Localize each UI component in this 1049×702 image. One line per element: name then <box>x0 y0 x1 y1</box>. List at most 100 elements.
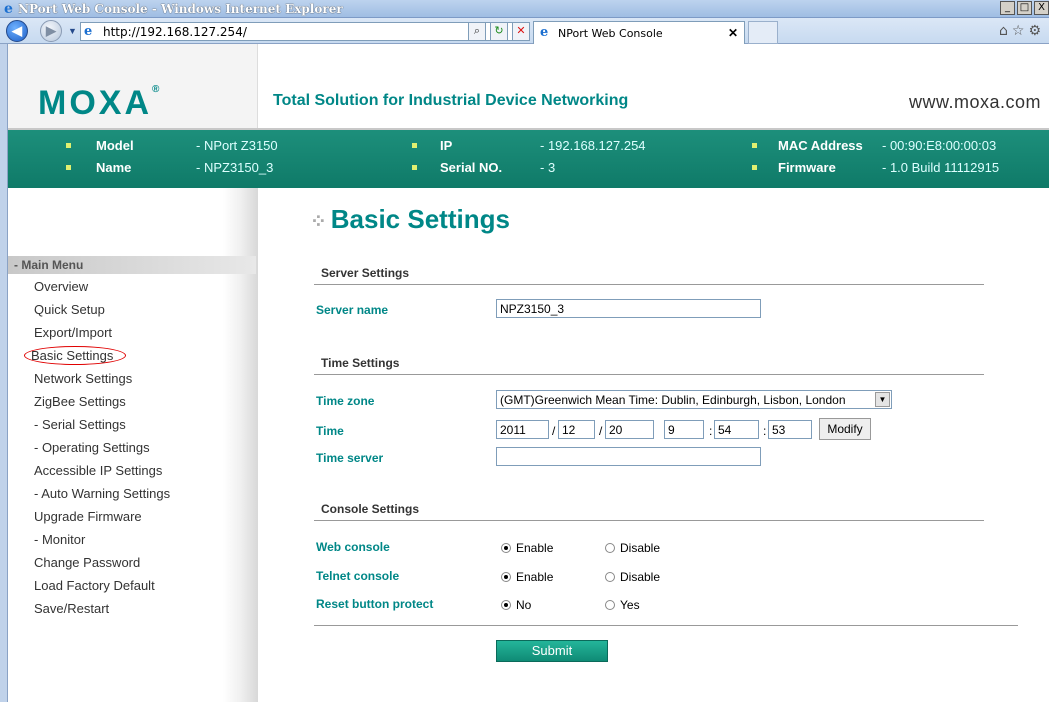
page-header: MOXA® Total Solution for Industrial Devi… <box>8 44 1049 130</box>
model-value: - NPort Z3150 <box>196 138 278 153</box>
radio-selected-icon <box>501 572 511 582</box>
forward-button[interactable]: ▶ <box>40 20 62 42</box>
name-label: Name <box>96 160 132 175</box>
close-window-button[interactable]: X <box>1034 1 1049 15</box>
new-tab-button[interactable] <box>748 21 778 44</box>
browser-right-icons: ⌂☆⚙ <box>999 23 1045 39</box>
serial-label: Serial NO. <box>440 160 503 175</box>
web-console-enable-radio[interactable]: Enable <box>501 541 553 555</box>
tab-nport-web-console[interactable]: e NPort Web Console ✕ <box>533 21 745 44</box>
sidebar-item-change-password[interactable]: Change Password <box>34 554 170 577</box>
radio-empty-icon <box>605 543 615 553</box>
window-titlebar: e NPort Web Console - Windows Internet E… <box>0 0 1049 18</box>
time-day-input[interactable]: 20 <box>605 420 654 439</box>
time-month-input[interactable]: 12 <box>558 420 595 439</box>
chevron-down-icon[interactable]: ▼ <box>875 392 890 407</box>
time-minute-input[interactable]: 54 <box>714 420 759 439</box>
header-site: www.moxa.com <box>908 92 1041 112</box>
reset-button-protect-label: Reset button protect <box>316 597 434 611</box>
server-settings-heading: Server Settings <box>314 261 984 285</box>
telnet-console-enable-radio[interactable]: Enable <box>501 570 553 584</box>
time-hour-input[interactable]: 9 <box>664 420 704 439</box>
sidebar-item-quick-setup[interactable]: Quick Setup <box>34 301 170 324</box>
bullet-icon <box>412 165 417 170</box>
sidebar-item-export-import[interactable]: Export/Import <box>34 324 170 347</box>
sidebar-item-zigbee-settings[interactable]: ZigBee Settings <box>34 393 170 416</box>
tools-gear-icon[interactable]: ⚙ <box>1028 23 1045 39</box>
sidebar-item-network-settings[interactable]: Network Settings <box>34 370 170 393</box>
sidebar: - Main Menu Overview Quick Setup Export/… <box>8 188 258 702</box>
address-bar[interactable]: e http://192.168.127.254/ <box>80 22 520 41</box>
logo-area: MOXA® <box>8 44 258 129</box>
reset-protect-yes-radio[interactable]: Yes <box>605 598 640 612</box>
sidebar-item-monitor[interactable]: - Monitor <box>34 531 170 554</box>
address-url[interactable]: http://192.168.127.254/ <box>103 25 247 39</box>
radio-empty-icon <box>605 572 615 582</box>
bullet-icon <box>66 143 71 148</box>
date-separator: / <box>552 424 556 438</box>
radio-selected-icon <box>501 600 511 610</box>
ie-logo-icon: e <box>4 1 13 17</box>
ip-value: - 192.168.127.254 <box>540 138 646 153</box>
time-second-input[interactable]: 53 <box>768 420 812 439</box>
web-console-label: Web console <box>316 540 390 554</box>
sidebar-item-basic-settings[interactable]: Basic Settings <box>24 346 170 370</box>
main-content: ⁘ Basic Settings Server Settings Server n… <box>258 188 1049 702</box>
refresh-icon[interactable]: ↻ <box>490 22 508 41</box>
serial-value: - 3 <box>540 160 556 175</box>
maximize-button[interactable]: □ <box>1017 1 1032 15</box>
tab-close-icon[interactable]: ✕ <box>728 26 738 40</box>
sidebar-item-serial-settings[interactable]: - Serial Settings <box>34 416 170 439</box>
server-name-label: Server name <box>316 303 389 317</box>
radio-empty-icon <box>605 600 615 610</box>
model-label: Model <box>96 138 134 153</box>
modify-button[interactable]: Modify <box>819 418 871 440</box>
bullet-icon <box>66 165 71 170</box>
ip-label: IP <box>440 138 453 153</box>
date-separator: / <box>599 424 603 438</box>
web-console-disable-radio[interactable]: Disable <box>605 541 660 555</box>
time-zone-select[interactable]: (GMT)Greenwich Mean Time: Dublin, Edinbu… <box>496 390 892 409</box>
submit-button[interactable]: Submit <box>496 640 608 662</box>
name-value: - NPZ3150_3 <box>196 160 274 175</box>
form-divider <box>314 625 1018 626</box>
sidebar-item-operating-settings[interactable]: - Operating Settings <box>34 439 170 462</box>
time-server-label: Time server <box>316 451 384 465</box>
page-title: ⁘ Basic Settings <box>310 204 510 234</box>
stop-icon[interactable]: ✕ <box>512 22 530 41</box>
browser-frame-edge <box>0 44 8 702</box>
minimize-button[interactable]: _ <box>1000 1 1015 15</box>
back-button[interactable]: ◀ <box>6 20 28 42</box>
moxa-logo: MOXA® <box>38 84 160 122</box>
favorites-star-icon[interactable]: ☆ <box>1012 23 1029 39</box>
main-menu-heading[interactable]: - Main Menu <box>8 256 256 274</box>
mac-value: - 00:90:E8:00:00:03 <box>882 138 997 153</box>
radio-selected-icon <box>501 543 511 553</box>
time-year-input[interactable]: 2011 <box>496 420 549 439</box>
title-dots-icon: ⁘ <box>310 211 327 233</box>
window-title: NPort Web Console - Windows Internet Exp… <box>18 2 343 16</box>
sidebar-item-load-factory-default[interactable]: Load Factory Default <box>34 577 170 600</box>
time-settings-heading: Time Settings <box>314 351 984 375</box>
search-icon[interactable]: ⌕ <box>468 22 486 41</box>
time-separator: : <box>709 424 713 438</box>
tab-ie-icon: e <box>540 25 549 40</box>
bullet-icon <box>752 165 757 170</box>
time-server-input[interactable] <box>496 447 761 466</box>
info-row-2: Name - NPZ3150_3 Serial NO. - 3 Firmware… <box>8 158 1049 180</box>
sidebar-item-upgrade-firmware[interactable]: Upgrade Firmware <box>34 508 170 531</box>
info-row-1: Model - NPort Z3150 IP - 192.168.127.254… <box>8 136 1049 158</box>
sidebar-item-accessible-ip[interactable]: Accessible IP Settings <box>34 462 170 485</box>
history-dropdown-icon[interactable]: ▼ <box>68 26 77 36</box>
sidebar-item-overview[interactable]: Overview <box>34 278 170 301</box>
sidebar-item-save-restart[interactable]: Save/Restart <box>34 600 170 623</box>
time-label: Time <box>316 424 344 438</box>
telnet-console-disable-radio[interactable]: Disable <box>605 570 660 584</box>
tab-label: NPort Web Console <box>558 27 663 40</box>
home-icon[interactable]: ⌂ <box>999 23 1012 39</box>
sidebar-item-auto-warning[interactable]: - Auto Warning Settings <box>34 485 170 508</box>
server-name-input[interactable]: NPZ3150_3 <box>496 299 761 318</box>
reset-protect-no-radio[interactable]: No <box>501 598 531 612</box>
device-info-bar: Model - NPort Z3150 IP - 192.168.127.254… <box>8 130 1049 188</box>
window-controls: _ □ X <box>998 1 1049 15</box>
